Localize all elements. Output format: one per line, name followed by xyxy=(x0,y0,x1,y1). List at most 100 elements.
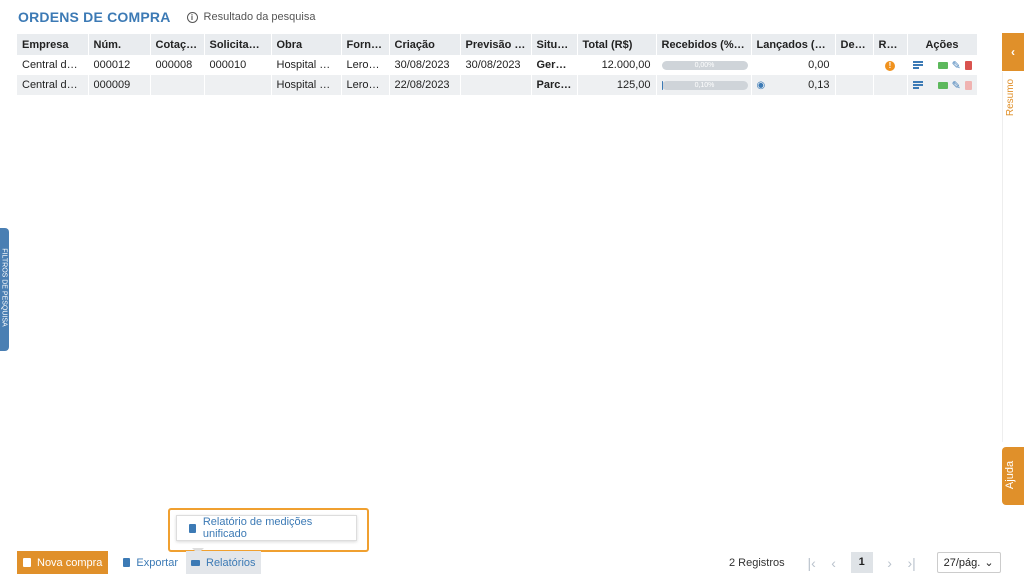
edit-icon[interactable]: ✎ xyxy=(952,59,961,72)
col-lancados[interactable]: Lançados (R$) xyxy=(751,34,836,55)
cell-cotacao-link[interactable] xyxy=(150,75,205,95)
cell-recebidos: 0,10% xyxy=(656,75,752,95)
first-page-button[interactable]: |‹ xyxy=(801,555,823,571)
trash-icon[interactable] xyxy=(964,60,972,70)
col-total[interactable]: Total (R$) xyxy=(577,34,657,55)
per-page-select[interactable]: 27/pág. ⌄ xyxy=(936,552,1001,573)
help-label: Ajuda xyxy=(1004,460,1017,490)
cell-situacao: Gerada xyxy=(531,55,578,75)
cell-lancados: 0,00 xyxy=(751,55,836,75)
cell-previsao: 30/08/2023 xyxy=(460,55,532,75)
export-button[interactable]: Exportar xyxy=(118,551,183,574)
progress-label: 0,10% xyxy=(694,81,715,89)
col-obra[interactable]: Obra xyxy=(271,34,342,55)
col-situacao[interactable]: Situaç... xyxy=(531,34,578,55)
cell-desc xyxy=(835,75,874,95)
col-empresa[interactable]: Empresa xyxy=(17,34,89,55)
received-progress-bar: 0,00% xyxy=(661,60,748,70)
cell-fornecedor: Leroy ... xyxy=(341,75,390,95)
help-tab[interactable]: Ajuda xyxy=(1002,447,1024,505)
table-row[interactable]: Central de ... 000009 Hospital Gr... Ler… xyxy=(17,75,978,95)
summary-toggle-button[interactable]: ‹ xyxy=(1002,33,1024,71)
details-list-icon[interactable] xyxy=(912,81,925,89)
col-previsao[interactable]: Previsão d... xyxy=(460,34,532,55)
warning-icon[interactable]: ! xyxy=(885,61,895,71)
cell-total: 12.000,00 xyxy=(577,55,657,75)
cell-lancados: ◉ 0,13 xyxy=(751,75,836,95)
cell-total: 125,00 xyxy=(577,75,657,95)
table-header-row: Empresa Núm. Cotação Solicitação Obra Fo… xyxy=(17,34,978,55)
per-page-value: 27/pág. xyxy=(943,556,981,569)
cell-previsao xyxy=(460,75,532,95)
col-num[interactable]: Núm. xyxy=(88,34,151,55)
chevron-down-icon: ⌄ xyxy=(984,557,994,569)
cell-desc xyxy=(835,55,874,75)
table-row[interactable]: Central de ... 000012 000008 000010 Hosp… xyxy=(17,55,978,75)
info-icon: i xyxy=(186,11,198,23)
cell-empresa: Central de ... xyxy=(17,75,89,95)
footer-actions: Nova compra Exportar Relatórios xyxy=(17,551,261,574)
page-title: ORDENS DE COMPRA xyxy=(18,9,171,25)
export-label: Exportar xyxy=(136,556,178,569)
reports-label: Relatórios xyxy=(206,556,256,569)
cell-obra: Hospital Gr... xyxy=(271,55,342,75)
col-recebidos[interactable]: Recebidos (%) i xyxy=(656,34,752,55)
col-desc[interactable]: Desc. xyxy=(835,34,874,55)
reports-dropdown: Relatório de medições unificado xyxy=(168,508,369,554)
cell-obra: Hospital Gr... xyxy=(271,75,342,95)
col-fornecedor[interactable]: Forne... xyxy=(341,34,390,55)
lancados-value: 0,13 xyxy=(808,79,830,91)
truck-icon[interactable] xyxy=(938,61,948,69)
document-icon xyxy=(189,523,196,533)
document-plus-icon xyxy=(23,558,31,567)
page-header: ORDENS DE COMPRA i Resultado da pesquisa xyxy=(18,9,315,25)
cell-empresa: Central de ... xyxy=(17,55,89,75)
eye-icon[interactable]: ◉ xyxy=(757,80,766,91)
unified-measurement-report-item[interactable]: Relatório de medições unificado xyxy=(176,515,357,541)
cell-reg xyxy=(873,75,908,95)
reports-button[interactable]: Relatórios xyxy=(186,551,261,574)
cell-solicitacao-link[interactable] xyxy=(204,75,272,95)
col-cotacao[interactable]: Cotação xyxy=(150,34,205,55)
new-purchase-label: Nova compra xyxy=(37,556,103,569)
truck-icon[interactable] xyxy=(938,81,948,89)
reports-icon xyxy=(191,559,200,566)
col-reg[interactable]: Reg... xyxy=(873,34,908,55)
col-solicitacao[interactable]: Solicitação xyxy=(204,34,272,55)
cell-cotacao-link[interactable]: 000008 xyxy=(150,55,205,75)
cell-situacao: Parcia... xyxy=(531,75,578,95)
progress-label: 0,00% xyxy=(694,61,715,69)
current-page[interactable]: 1 xyxy=(850,552,873,573)
cell-reg: ! xyxy=(873,55,908,75)
prev-page-button[interactable]: ‹ xyxy=(823,555,845,571)
col-criacao[interactable]: Criação xyxy=(389,34,461,55)
edit-icon[interactable]: ✎ xyxy=(952,79,961,92)
summary-panel-edge xyxy=(1002,72,1003,442)
report-item-label: Relatório de medições unificado xyxy=(202,516,313,540)
purchase-orders-table: Empresa Núm. Cotação Solicitação Obra Fo… xyxy=(17,34,978,95)
cell-solicitacao-link[interactable]: 000010 xyxy=(204,55,272,75)
search-filters-tab[interactable]: FILTROS DE PESQUISA xyxy=(0,228,9,351)
details-list-icon[interactable] xyxy=(912,61,925,69)
record-count: 2 Registros xyxy=(729,556,785,569)
cell-num: 000009 xyxy=(88,75,151,95)
cell-criacao: 22/08/2023 xyxy=(389,75,461,95)
cell-fornecedor: Leroy ... xyxy=(341,55,390,75)
search-result-label: i Resultado da pesquisa xyxy=(186,11,316,23)
search-filters-label: FILTROS DE PESQUISA xyxy=(0,248,8,327)
last-page-button[interactable]: ›| xyxy=(901,555,923,571)
subtitle-text: Resultado da pesquisa xyxy=(203,11,316,23)
cell-recebidos: 0,00% xyxy=(656,55,752,75)
summary-tab[interactable]: Resumo xyxy=(1004,78,1022,120)
cell-acoes: ✎ xyxy=(907,55,978,75)
summary-label: Resumo xyxy=(1005,78,1017,117)
cell-num: 000012 xyxy=(88,55,151,75)
pagination: 2 Registros |‹ ‹ 1 › ›| 27/pág. ⌄ xyxy=(729,551,1001,574)
trash-icon xyxy=(964,80,972,90)
col-acoes: Ações xyxy=(907,34,978,55)
cell-acoes: ✎ xyxy=(907,75,978,95)
new-purchase-button[interactable]: Nova compra xyxy=(17,551,109,574)
received-progress-bar: 0,10% xyxy=(661,80,748,90)
next-page-button[interactable]: › xyxy=(879,555,901,571)
col-recebidos-label: Recebidos (%) xyxy=(661,38,738,51)
